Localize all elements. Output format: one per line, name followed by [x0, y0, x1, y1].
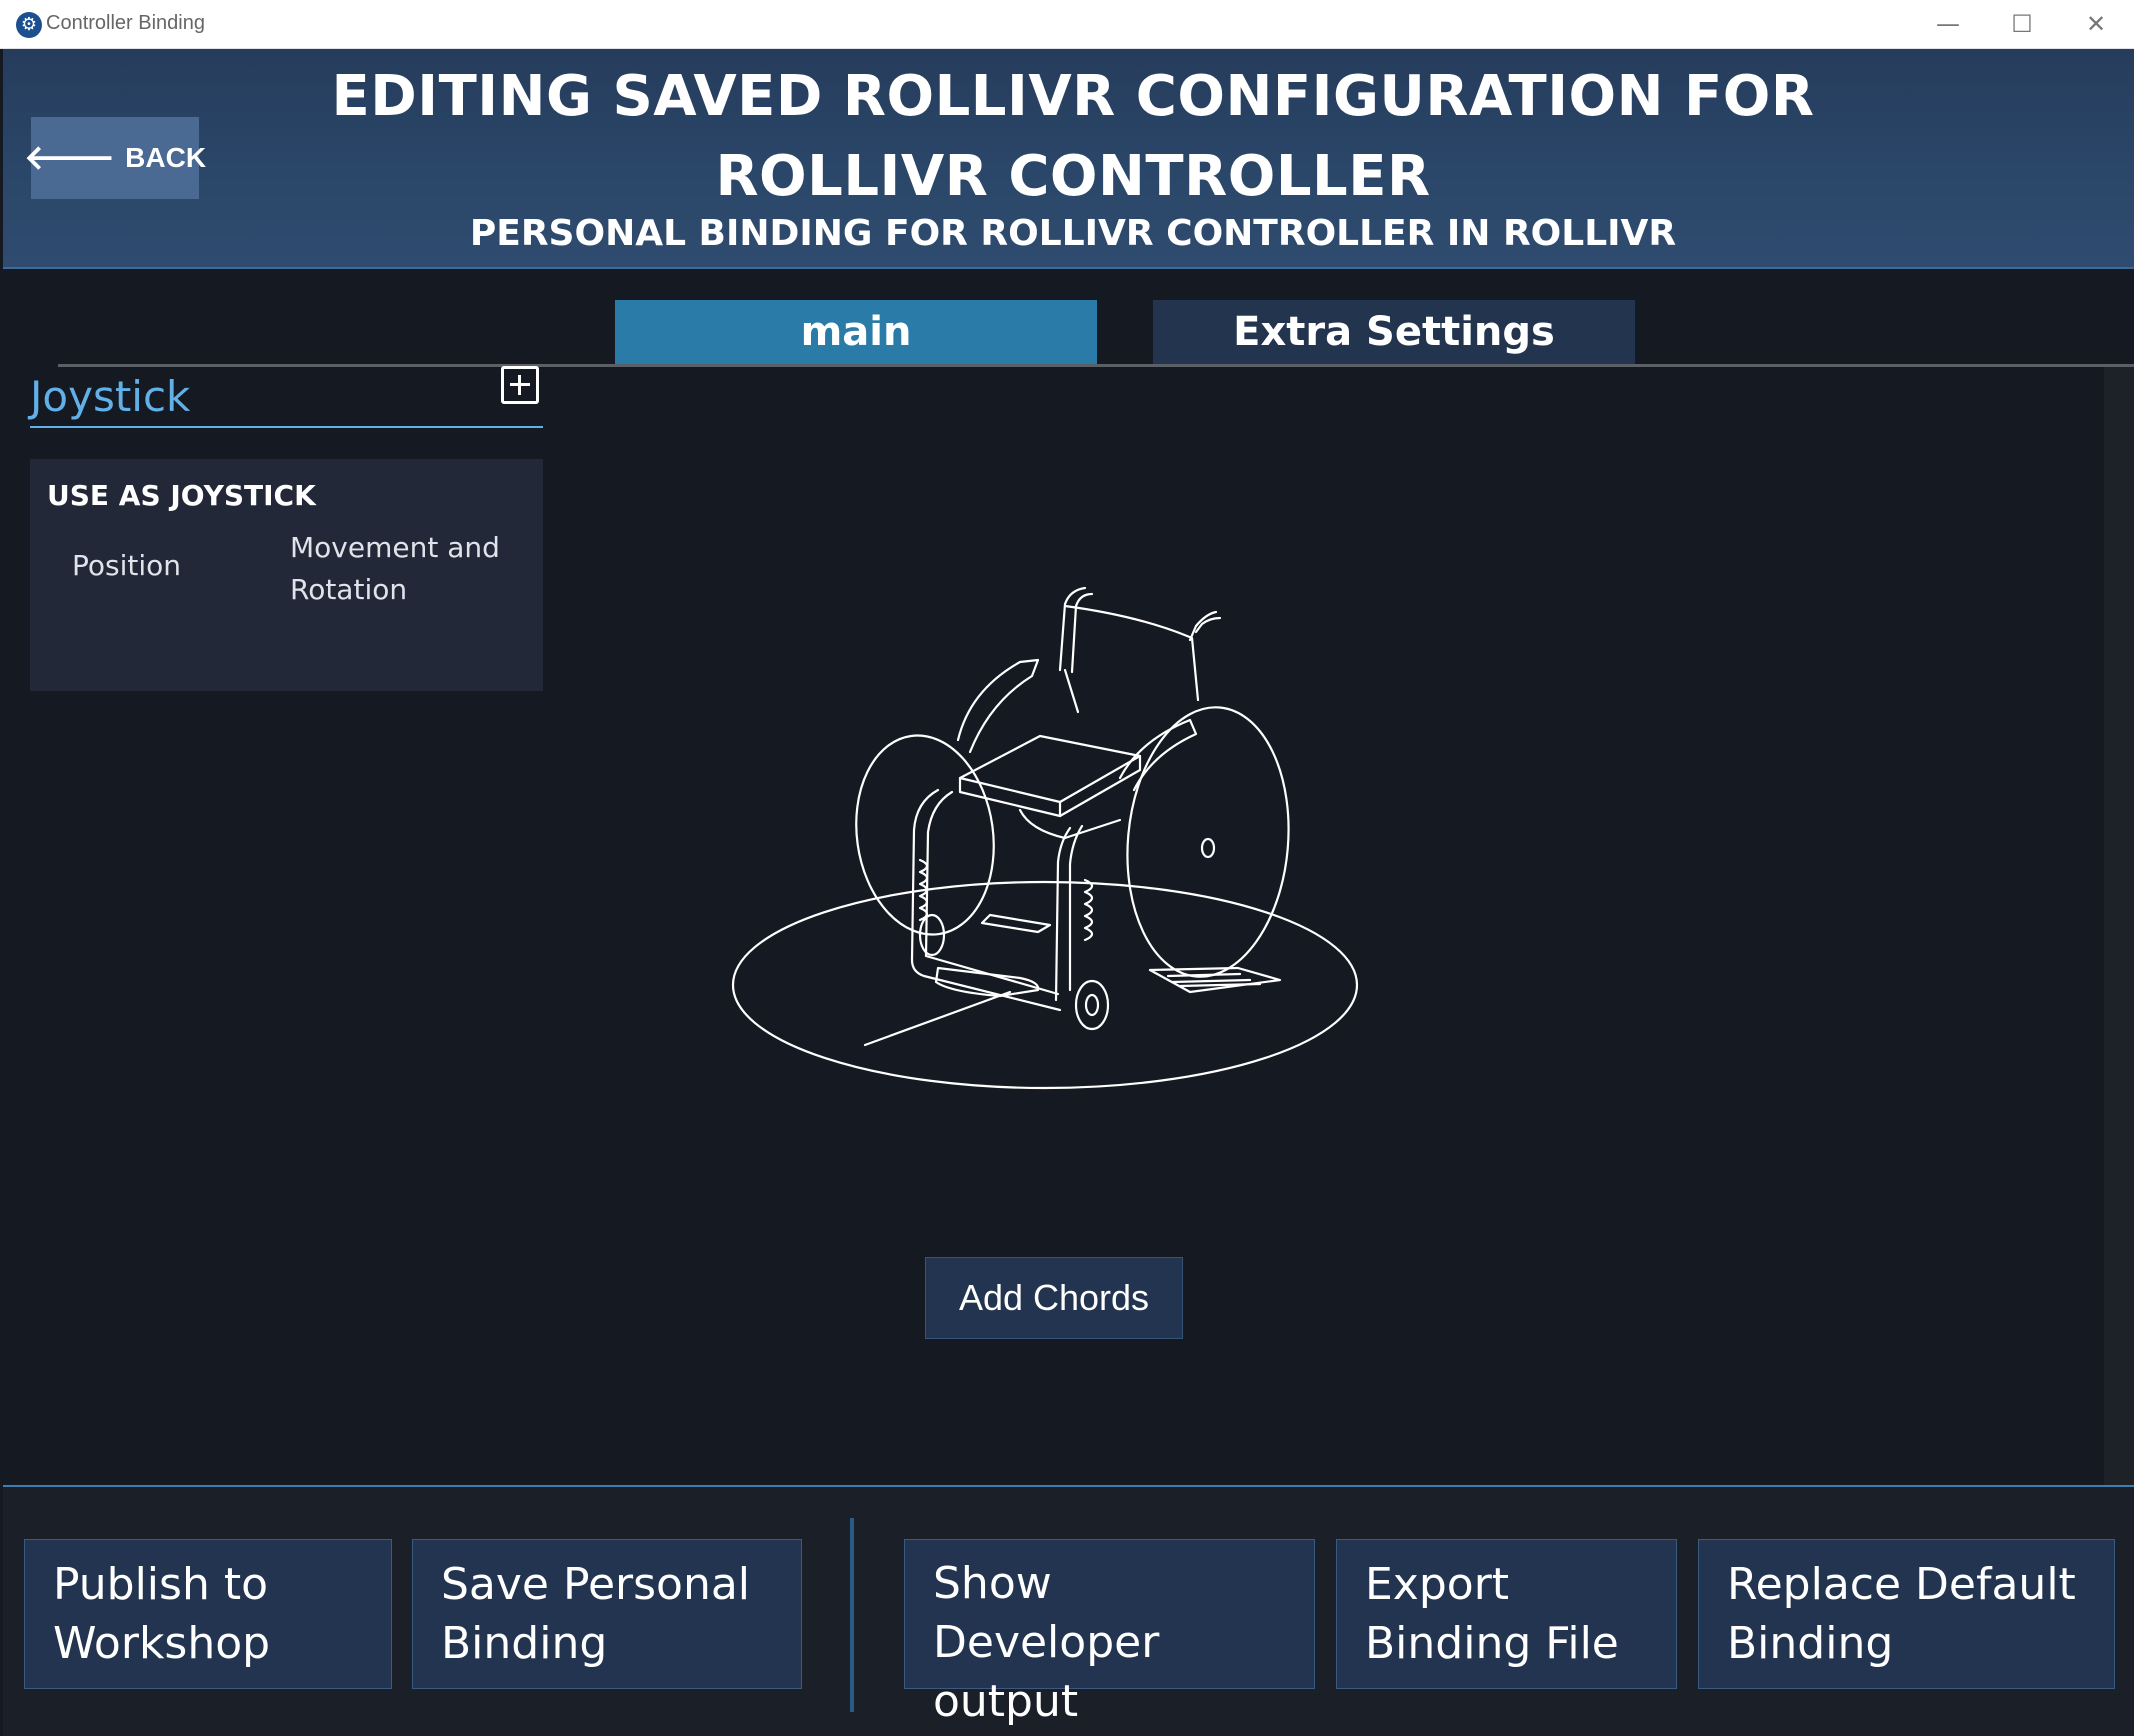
arrow-left-icon: 🡐: [23, 139, 116, 177]
close-icon[interactable]: ✕: [2066, 6, 2126, 42]
page-title: EDITING SAVED ROLLIVR CONFIGURATION FOR …: [331, 64, 1815, 209]
window-title: Controller Binding: [46, 12, 205, 34]
steamvr-app-icon: ⚙: [16, 12, 42, 38]
scrollbar-track[interactable]: [2104, 367, 2134, 1487]
page-header: 🡐 BACK EDITING SAVED ROLLIVR CONFIGURATI…: [3, 49, 2134, 269]
tab-extra-settings[interactable]: Extra Settings: [1153, 300, 1635, 364]
section-underline: [30, 426, 543, 428]
tab-main[interactable]: main: [615, 300, 1097, 364]
page-subtitle: PERSONAL BINDING FOR ROLLIVR CONTROLLER …: [469, 213, 1677, 254]
wheelchair-controller-icon: [731, 586, 1359, 1090]
save-personal-binding-button[interactable]: Save Personal Binding: [412, 1539, 802, 1689]
input-action[interactable]: Movement and Rotation: [290, 527, 530, 611]
minimize-icon[interactable]: —: [1918, 6, 1978, 42]
replace-default-binding-button[interactable]: Replace Default Binding: [1698, 1539, 2115, 1689]
section-title-joystick: Joystick: [30, 372, 191, 421]
tab-divider: [58, 364, 2134, 367]
button-group-divider: [850, 1518, 854, 1712]
export-binding-file-button[interactable]: Export Binding File: [1336, 1539, 1677, 1689]
add-chords-button[interactable]: Add Chords: [925, 1257, 1183, 1339]
mode-title: USE AS JOYSTICK: [47, 479, 316, 512]
joystick-mode-card[interactable]: USE AS JOYSTICK Position Movement and Ro…: [30, 459, 543, 691]
window-titlebar: ⚙ Controller Binding — ☐ ✕: [0, 0, 2134, 49]
add-icon[interactable]: [501, 366, 539, 404]
back-label: BACK: [125, 142, 207, 173]
input-name: Position: [72, 549, 182, 582]
maximize-icon[interactable]: ☐: [1992, 6, 2052, 42]
back-button[interactable]: 🡐 BACK: [24, 117, 206, 199]
show-developer-output-button[interactable]: Show Developer output: [904, 1539, 1315, 1727]
publish-to-workshop-button[interactable]: Publish to Workshop: [24, 1539, 392, 1689]
